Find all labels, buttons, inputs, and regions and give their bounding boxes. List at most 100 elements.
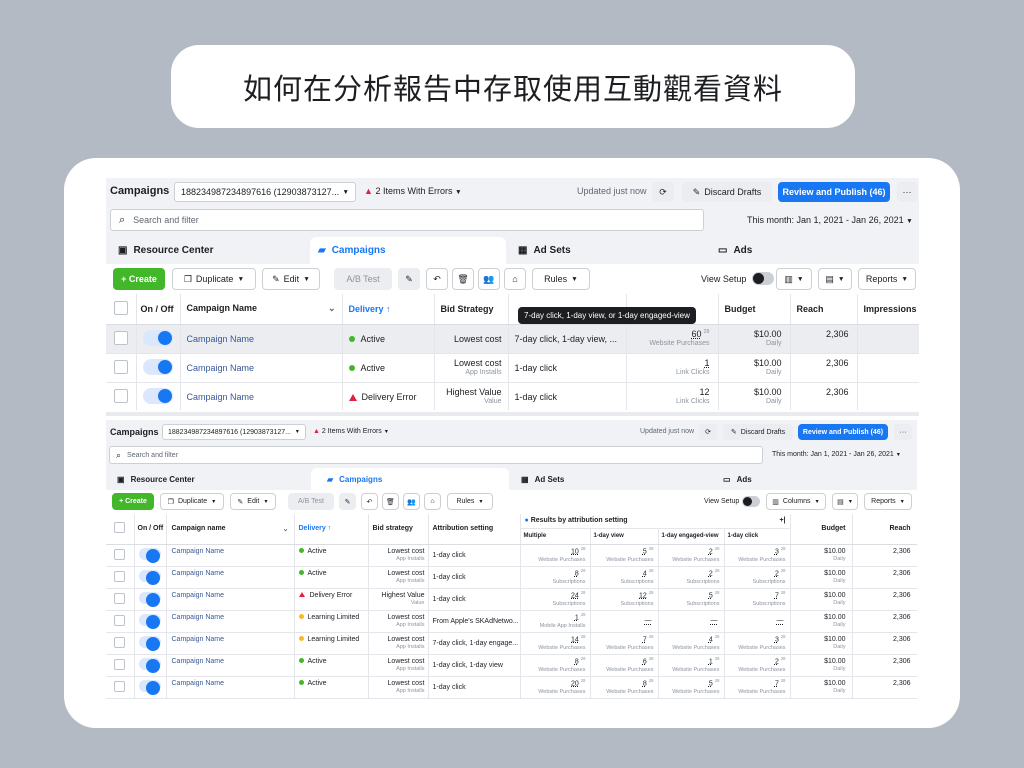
view-setup-toggle[interactable] — [742, 496, 760, 507]
campaign-toggle[interactable] — [139, 592, 161, 607]
undo-button[interactable]: ↶ — [426, 268, 448, 290]
view-setup-toggle[interactable] — [752, 272, 774, 285]
breakdown-button[interactable]: ▤ ▼ — [832, 493, 858, 510]
more-button[interactable]: ··· — [894, 424, 912, 440]
refresh-button[interactable]: ⟳ — [652, 182, 674, 202]
table-row[interactable]: Campaign Name Active Lowest cost App Instal… — [106, 544, 917, 567]
col-on-off[interactable]: On / Off — [134, 514, 167, 545]
attribution-cell[interactable]: 1-day click — [428, 566, 521, 589]
columns-button[interactable]: ▥ ▼ — [776, 268, 812, 290]
duplicate-button[interactable]: ❐ Duplicate ▼ — [172, 268, 256, 290]
refresh-button[interactable]: ⟳ — [699, 424, 717, 440]
delete-button[interactable]: 🗑 — [382, 493, 399, 510]
campaign-name-link[interactable]: Campaign Name — [172, 658, 225, 665]
account-selector[interactable]: 188234987234897616 (12903873127... ▼ — [174, 182, 356, 202]
reports-button[interactable]: Reports ▼ — [858, 268, 916, 290]
campaign-toggle[interactable] — [143, 329, 173, 346]
row-checkbox[interactable] — [114, 658, 126, 670]
tab-campaigns[interactable]: ▰ Campaigns — [310, 237, 506, 264]
tab-campaigns[interactable]: ▰ Campaigns — [311, 468, 509, 490]
col-attribution[interactable]: Attribution setting — [428, 514, 521, 545]
table-row[interactable]: Campaign Name Active Lowest cost App Instal… — [106, 566, 917, 589]
search-input[interactable]: ⌕ Search and filter — [109, 446, 763, 464]
row-checkbox[interactable] — [114, 636, 126, 648]
search-input[interactable]: ⌕ Search and filter — [110, 209, 704, 231]
campaign-name-link[interactable]: Campaign Name — [172, 592, 225, 599]
reports-button[interactable]: Reports ▼ — [864, 493, 912, 510]
row-checkbox[interactable] — [113, 359, 128, 374]
row-checkbox[interactable] — [114, 592, 126, 604]
edit-icon-button[interactable]: ✎ — [339, 493, 356, 510]
row-checkbox[interactable] — [114, 570, 126, 582]
campaign-toggle[interactable] — [139, 614, 161, 629]
table-row[interactable]: Campaign Name Learning Limited Lowest cost… — [106, 610, 917, 633]
col-budget[interactable]: Budget — [790, 514, 853, 545]
sub-col-1-day-engaged-view[interactable]: 1-day engaged-view — [658, 528, 725, 545]
audience-button[interactable]: 👥 — [478, 268, 500, 290]
campaign-toggle[interactable] — [139, 658, 161, 673]
date-range-selector[interactable]: This month: Jan 1, 2021 - Jan 26, 2021 ▼ — [772, 451, 901, 458]
attribution-cell[interactable]: 1-day click — [508, 353, 627, 383]
campaign-toggle[interactable] — [139, 680, 161, 695]
table-row[interactable]: Campaign Name Delivery Error Highest Value… — [106, 588, 917, 611]
campaign-name-link[interactable]: Campaign Name — [172, 570, 225, 577]
table-row[interactable]: Campaign Name Delivery Error Highest Val… — [106, 382, 919, 410]
table-row[interactable]: Campaign Name Active Lowest cost App Instal… — [106, 676, 917, 699]
tab-ad-sets[interactable]: ▦ Ad Sets — [513, 468, 711, 490]
col-campaign-name[interactable]: Campaign name ⌄ — [166, 514, 295, 545]
delete-button[interactable]: 🗑 — [452, 268, 474, 290]
attribution-cell[interactable]: From Apple's SKAdNetwo... — [428, 610, 521, 633]
col-bid-strategy[interactable]: Bid Strategy — [434, 294, 509, 325]
tab-resource-center[interactable]: ▣ Resource Center — [109, 468, 307, 490]
row-checkbox[interactable] — [114, 614, 126, 626]
tag-button[interactable]: ⌂ — [424, 493, 441, 510]
more-button[interactable]: ··· — [897, 182, 917, 202]
campaign-toggle[interactable] — [143, 358, 173, 375]
discard-drafts-button[interactable]: ✎ Discard Drafts — [723, 424, 793, 440]
ab-test-button[interactable]: A/B Test — [334, 268, 392, 290]
sub-col-1-day-click[interactable]: 1-day click — [724, 528, 791, 545]
errors-indicator[interactable]: ▲ 2 Items With Errors ▼ — [313, 428, 389, 435]
row-checkbox[interactable] — [114, 548, 126, 560]
table-row[interactable]: Campaign Name Learning Limited Lowest cost… — [106, 632, 917, 655]
audience-button[interactable]: 👥 — [403, 493, 420, 510]
attribution-cell[interactable]: 1-day click, 1-day view — [428, 654, 521, 677]
errors-indicator[interactable]: ▲ 2 Items With Errors ▼ — [364, 186, 462, 196]
sub-col-multiple[interactable]: Multiple — [520, 528, 591, 545]
campaign-toggle[interactable] — [139, 548, 161, 563]
col-reach[interactable]: Reach — [852, 514, 917, 545]
review-publish-button[interactable]: Review and Publish (46) — [778, 182, 890, 202]
col-campaign-name[interactable]: Campaign Name ⌄ — [180, 294, 343, 325]
row-checkbox[interactable] — [114, 680, 126, 692]
campaign-name-link[interactable]: Campaign Name — [172, 614, 225, 621]
discard-drafts-button[interactable]: ✎ Discard Drafts — [682, 182, 772, 202]
breakdown-button[interactable]: ▤ ▼ — [818, 268, 852, 290]
col-bid-strategy[interactable]: Bid strategy — [368, 514, 429, 545]
campaign-toggle[interactable] — [143, 387, 173, 404]
row-checkbox[interactable] — [113, 388, 128, 403]
duplicate-button[interactable]: ❐ Duplicate ▼ — [160, 493, 224, 510]
tab-ads[interactable]: ▭ Ads — [715, 468, 913, 490]
collapse-icon[interactable]: +| — [779, 517, 785, 524]
campaign-toggle[interactable] — [139, 636, 161, 651]
create-button[interactable]: + Create — [112, 493, 154, 510]
checkbox[interactable] — [114, 522, 126, 534]
col-budget[interactable]: Budget — [718, 294, 791, 325]
campaign-name-link[interactable]: Campaign Name — [187, 392, 255, 402]
tag-button[interactable]: ⌂ — [504, 268, 526, 290]
date-range-selector[interactable]: This month: Jan 1, 2021 - Jan 26, 2021 ▼ — [747, 215, 913, 225]
select-all-checkbox[interactable] — [106, 294, 137, 325]
row-checkbox[interactable] — [113, 330, 128, 345]
edit-button[interactable]: ✎ Edit ▼ — [230, 493, 276, 510]
review-publish-button[interactable]: Review and Publish (46) — [798, 424, 888, 440]
select-all-checkbox[interactable] — [106, 514, 135, 545]
rules-button[interactable]: Rules ▼ — [447, 493, 493, 510]
sub-col-1-day-view[interactable]: 1-day view — [590, 528, 659, 545]
tab-resource-center[interactable]: ▣ Resource Center — [110, 237, 306, 264]
tab-ads[interactable]: ▭ Ads — [710, 237, 906, 264]
col-delivery[interactable]: Delivery ↑ — [294, 514, 369, 545]
edit-button[interactable]: ✎ Edit ▼ — [262, 268, 320, 290]
rules-button[interactable]: Rules ▼ — [532, 268, 590, 290]
attribution-cell[interactable]: 1-day click — [428, 588, 521, 611]
tab-ad-sets[interactable]: ▦ Ad Sets — [510, 237, 706, 264]
